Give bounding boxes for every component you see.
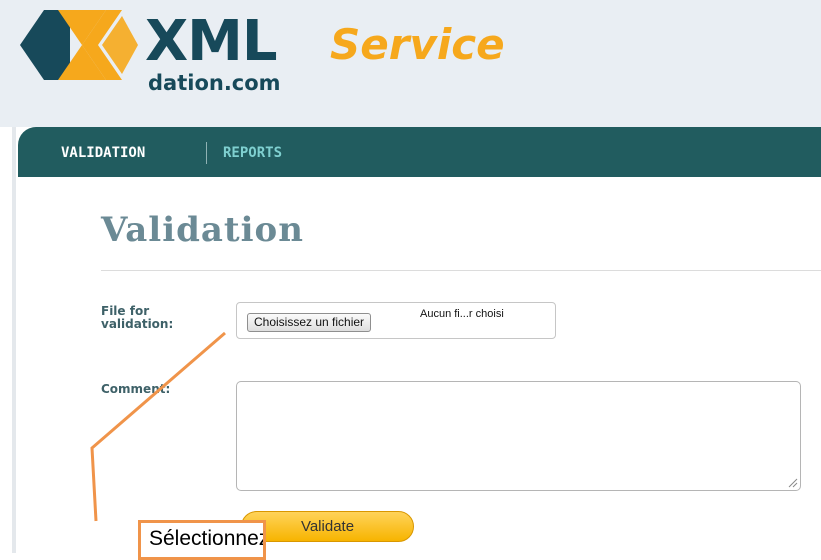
file-label: File for validation: (101, 305, 173, 331)
choose-file-button[interactable]: Choisissez un fichier (247, 313, 372, 332)
main-nav: VALIDATION REPORTS (18, 127, 821, 177)
logo-xml-text: XML (145, 9, 278, 74)
logo-service-text: Service (330, 20, 505, 69)
file-status-text: Aucun fi...r choisi (420, 308, 504, 320)
validate-button[interactable]: Validate (241, 511, 414, 542)
nav-separator (206, 142, 207, 164)
file-input: Choisissez un fichier Aucun fi...r chois… (236, 302, 556, 339)
annotation-callout: Sélectionnez (138, 520, 266, 560)
comment-textarea[interactable] (236, 381, 801, 491)
nav-tab-validation[interactable]: VALIDATION (61, 144, 145, 162)
resize-grip-icon[interactable] (788, 478, 798, 488)
file-label-line2: validation: (101, 317, 174, 331)
comment-label: Comment: (101, 382, 171, 396)
left-border (12, 127, 16, 553)
logo-domain-text: dation.com (148, 71, 281, 95)
nav-tab-reports[interactable]: REPORTS (223, 144, 282, 162)
xml-logo-icon (20, 10, 138, 80)
title-divider (101, 270, 821, 271)
page-title: Validation (101, 210, 304, 250)
site-header: XML Service dation.com (0, 0, 821, 127)
